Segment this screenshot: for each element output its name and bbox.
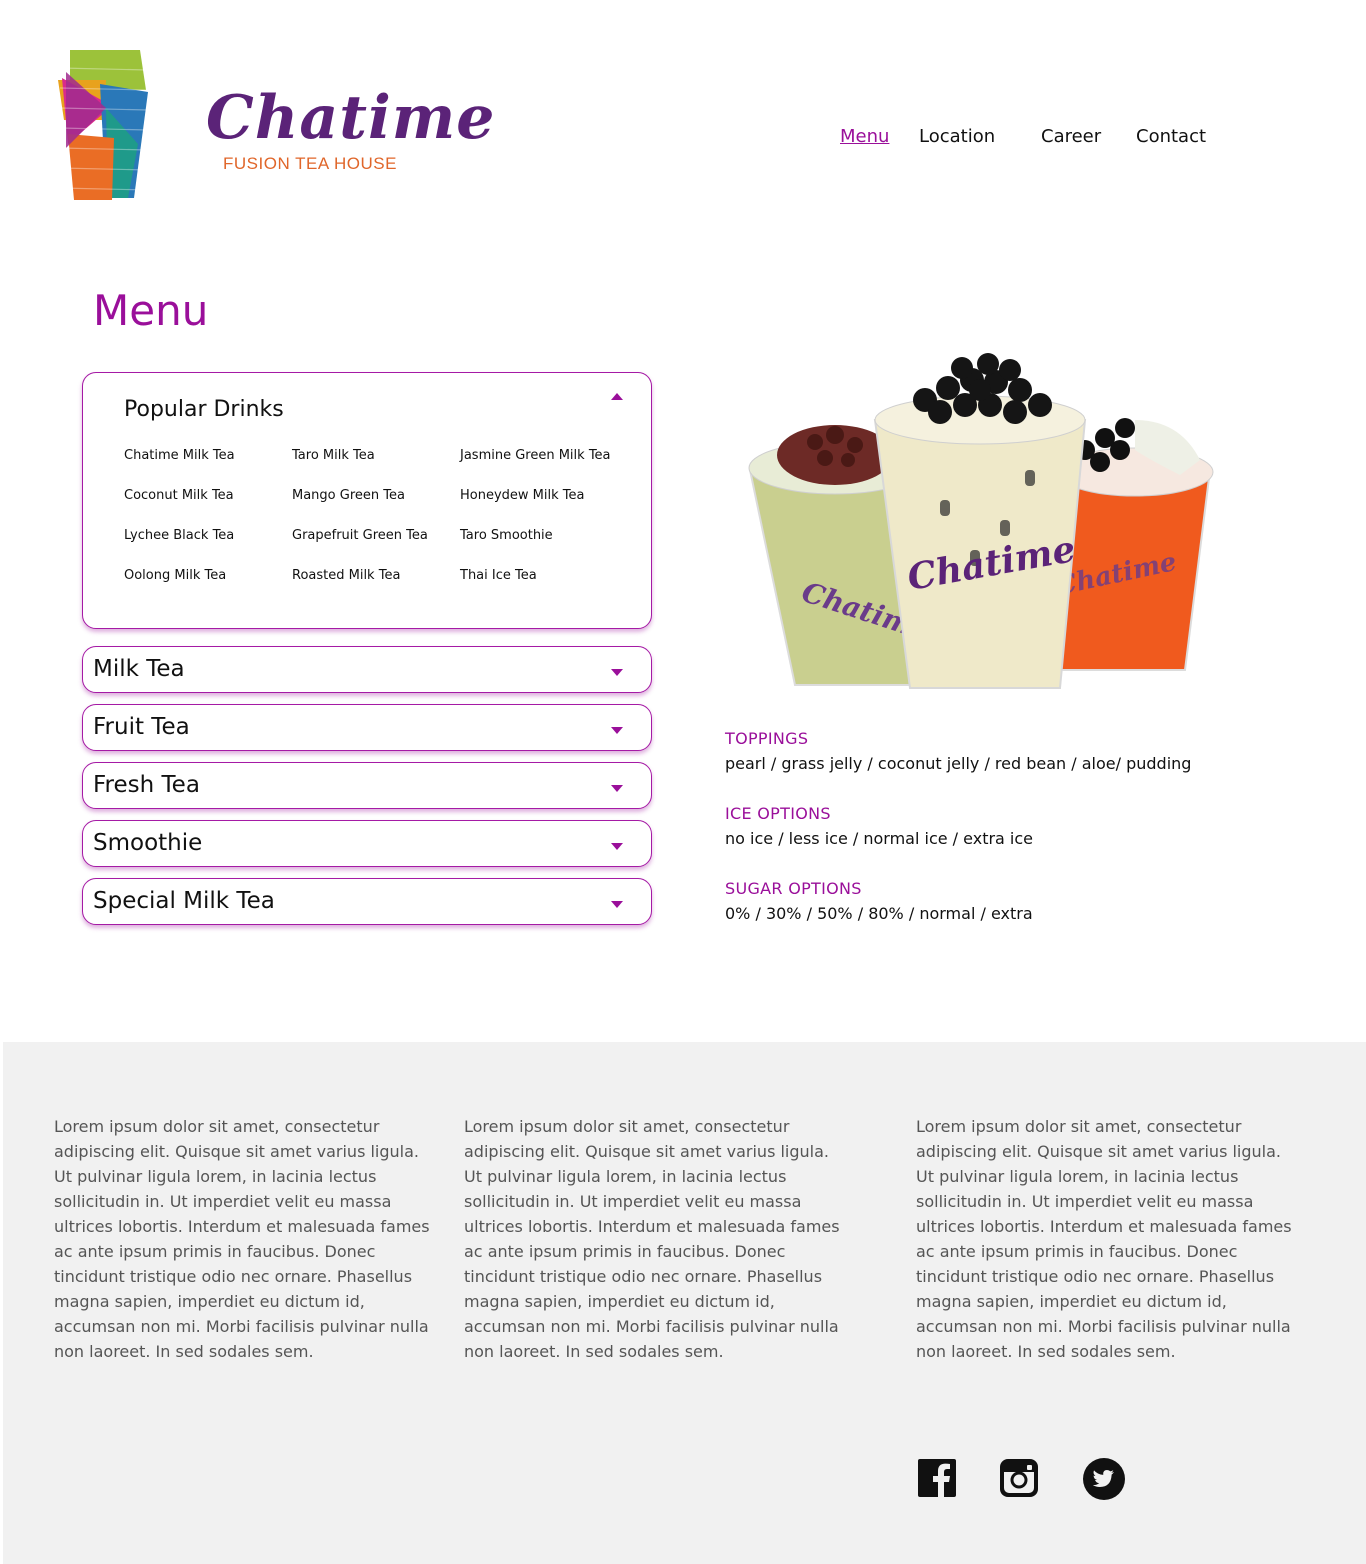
- drink-item[interactable]: Oolong Milk Tea: [124, 567, 292, 584]
- accordion-label: Smoothie: [93, 830, 203, 856]
- drink-item[interactable]: Taro Milk Tea: [292, 447, 460, 464]
- chevron-down-icon[interactable]: [611, 727, 623, 734]
- drink-item[interactable]: Jasmine Green Milk Tea: [460, 447, 628, 464]
- chevron-down-icon[interactable]: [611, 785, 623, 792]
- ice-options-section: ICE OPTIONS no ice / less ice / normal i…: [725, 804, 1033, 848]
- nav-location-link[interactable]: Location: [919, 126, 995, 147]
- chevron-up-icon[interactable]: [611, 393, 623, 400]
- toppings-section: TOPPINGS pearl / grass jelly / coconut j…: [725, 729, 1191, 773]
- drink-item[interactable]: Honeydew Milk Tea: [460, 487, 628, 504]
- chevron-down-icon[interactable]: [611, 843, 623, 850]
- popular-drinks-list: Chatime Milk Tea Taro Milk Tea Jasmine G…: [124, 447, 624, 584]
- accordion-label: Special Milk Tea: [93, 888, 275, 914]
- instagram-icon[interactable]: [999, 1458, 1039, 1498]
- tea-cup-logo-icon: [58, 50, 149, 200]
- sugar-options-section: SUGAR OPTIONS 0% / 30% / 50% / 80% / nor…: [725, 879, 1033, 923]
- chevron-down-icon[interactable]: [611, 901, 623, 908]
- nav-career-link[interactable]: Career: [1041, 126, 1101, 147]
- nav-menu-link[interactable]: Menu: [840, 126, 889, 147]
- drink-item[interactable]: Chatime Milk Tea: [124, 447, 292, 464]
- drink-item[interactable]: Mango Green Tea: [292, 487, 460, 504]
- drink-item[interactable]: Lychee Black Tea: [124, 527, 292, 544]
- accordion-special-milk-tea[interactable]: Special Milk Tea: [82, 878, 652, 925]
- accordion-header-popular-drinks[interactable]: Popular Drinks: [124, 397, 284, 422]
- accordion-label: Fresh Tea: [93, 772, 200, 798]
- footer-text-column: Lorem ipsum dolor sit amet, consectetur …: [916, 1117, 1292, 1361]
- site-footer: Lorem ipsum dolor sit amet, consectetur …: [3, 1042, 1366, 1564]
- accordion-fruit-tea[interactable]: Fruit Tea: [82, 704, 652, 751]
- toppings-heading: TOPPINGS: [725, 729, 809, 748]
- sugar-options-list: 0% / 30% / 50% / 80% / normal / extra: [725, 904, 1033, 923]
- twitter-icon[interactable]: [1083, 1458, 1125, 1500]
- sugar-options-heading: SUGAR OPTIONS: [725, 879, 862, 898]
- chevron-down-icon[interactable]: [611, 669, 623, 676]
- footer-text-column: Lorem ipsum dolor sit amet, consectetur …: [464, 1117, 840, 1361]
- page-title: Menu: [93, 286, 209, 335]
- accordion-popular-drinks: Popular Drinks Chatime Milk Tea Taro Mil…: [82, 372, 652, 629]
- ice-options-heading: ICE OPTIONS: [725, 804, 831, 823]
- toppings-list: pearl / grass jelly / coconut jelly / re…: [725, 754, 1192, 773]
- drink-item[interactable]: Grapefruit Green Tea: [292, 527, 460, 544]
- nav-contact-link[interactable]: Contact: [1136, 126, 1206, 147]
- brand-logo[interactable]: Chatime FUSION TEA HOUSE: [56, 48, 494, 203]
- drink-item[interactable]: Taro Smoothie: [460, 527, 628, 544]
- facebook-icon[interactable]: [917, 1458, 957, 1498]
- footer-text-column: Lorem ipsum dolor sit amet, consectetur …: [54, 1117, 430, 1361]
- accordion-milk-tea[interactable]: Milk Tea: [82, 646, 652, 693]
- brand-tagline: FUSION TEA HOUSE: [223, 154, 397, 173]
- bubble-tea-drinks-image: Chatime Chatime Chatime: [748, 353, 1214, 689]
- drink-item[interactable]: Roasted Milk Tea: [292, 567, 460, 584]
- accordion-label: Fruit Tea: [93, 714, 190, 740]
- accordion-fresh-tea[interactable]: Fresh Tea: [82, 762, 652, 809]
- accordion-smoothie[interactable]: Smoothie: [82, 820, 652, 867]
- ice-options-list: no ice / less ice / normal ice / extra i…: [725, 829, 1034, 848]
- drink-item[interactable]: Thai Ice Tea: [460, 567, 628, 584]
- drink-item[interactable]: Coconut Milk Tea: [124, 487, 292, 504]
- accordion-label: Milk Tea: [93, 656, 185, 682]
- brand-name: Chatime: [206, 83, 496, 153]
